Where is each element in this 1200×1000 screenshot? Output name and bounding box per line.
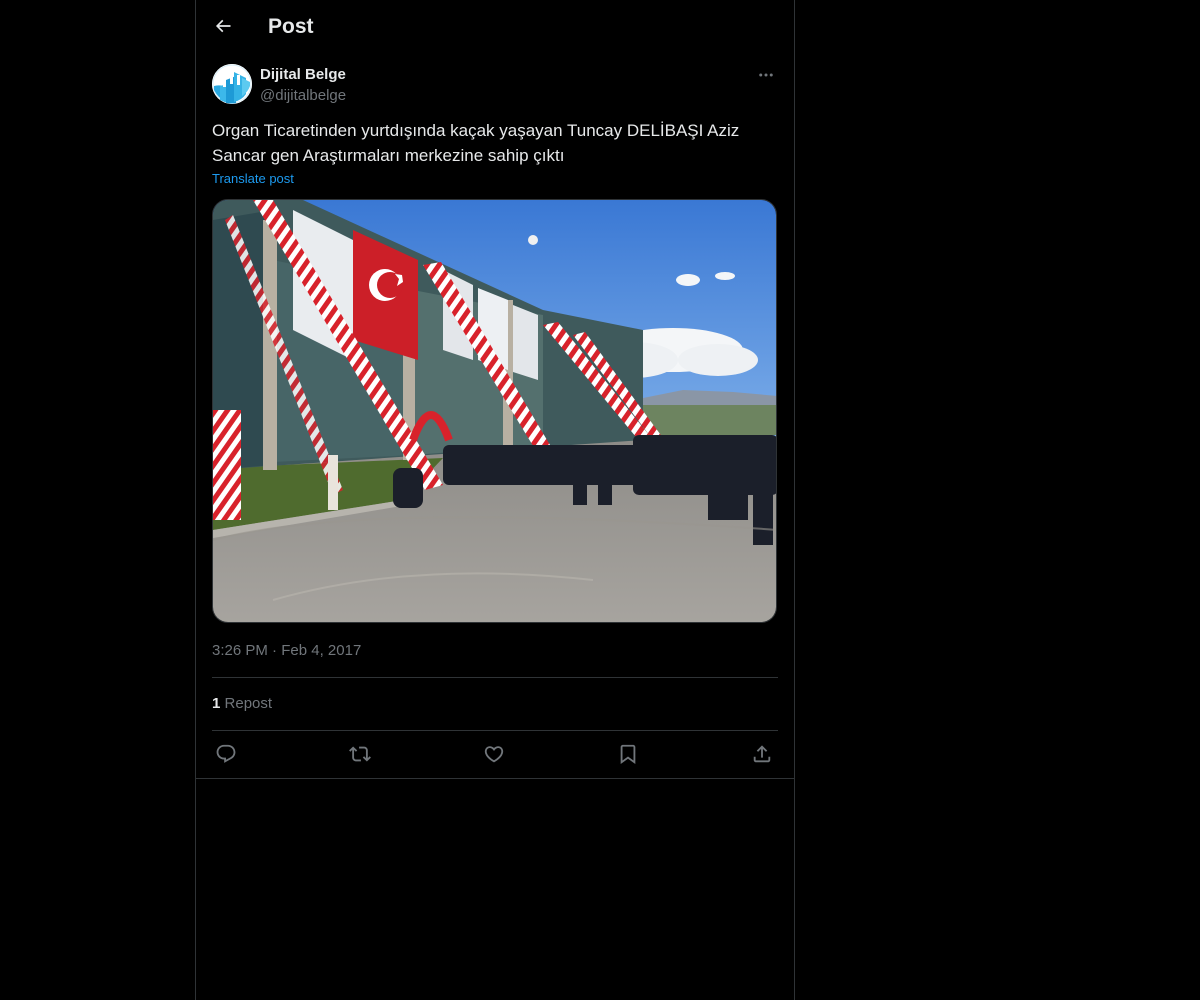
more-button[interactable] — [754, 64, 778, 86]
repost-button[interactable] — [346, 740, 374, 768]
like-button[interactable] — [480, 740, 508, 768]
back-button[interactable] — [206, 9, 240, 43]
author-name[interactable]: Dijital Belge — [260, 65, 346, 85]
repost-count-label: Repost — [224, 695, 273, 712]
photo-ceremony-building — [213, 200, 776, 622]
arrow-left-icon — [215, 19, 231, 33]
share-button[interactable] — [748, 740, 776, 768]
bookmark-icon — [620, 744, 636, 765]
repost-count-number: 1 — [212, 695, 221, 712]
reply-icon — [216, 744, 236, 763]
repost-icon — [349, 746, 371, 762]
post-timestamp[interactable]: 3:26 PM · Feb 4, 2017 — [212, 641, 361, 661]
page-title: Post — [268, 15, 314, 38]
repost-count[interactable]: 1 Repost — [212, 694, 272, 714]
author-handle[interactable]: @dijitalbelge — [260, 86, 346, 106]
bookmark-button[interactable] — [614, 740, 642, 768]
post-date: Feb 4, 2017 — [281, 642, 362, 659]
more-icon — [759, 73, 773, 77]
page-header: Post — [196, 0, 794, 54]
avatar-logo-icon — [212, 64, 252, 104]
share-icon — [753, 745, 771, 763]
post-actions — [212, 740, 778, 768]
translate-post-link[interactable]: Translate post — [212, 170, 294, 188]
avatar[interactable] — [212, 64, 252, 104]
divider — [212, 730, 778, 731]
post-text: Organ Ticaretinden yurtdışında kaçak yaş… — [212, 121, 740, 165]
divider — [212, 677, 778, 678]
post-column: Post Dijital Belge @dijitalbelge Organ T… — [195, 0, 795, 1000]
post-author: Dijital Belge @dijitalbelge — [212, 64, 778, 108]
divider — [196, 778, 794, 779]
post-image[interactable] — [212, 199, 777, 623]
timestamp-separator: · — [272, 642, 278, 659]
reply-button[interactable] — [212, 740, 240, 768]
heart-icon — [484, 746, 504, 763]
post-time: 3:26 PM — [212, 642, 268, 659]
